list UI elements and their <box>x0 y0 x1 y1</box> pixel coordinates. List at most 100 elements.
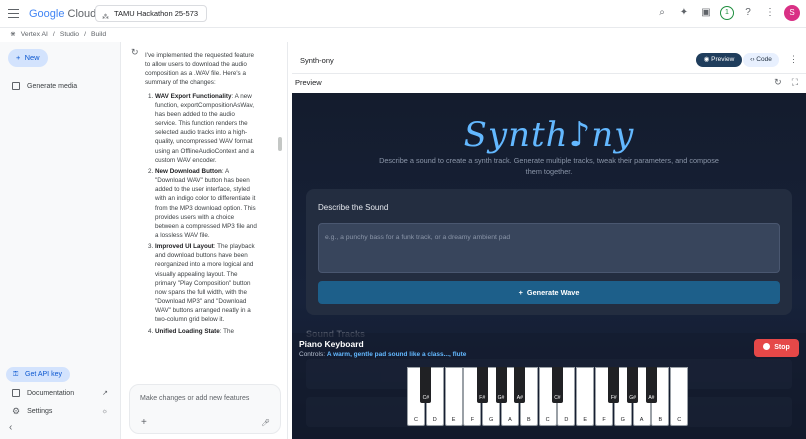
piano-key-label: C <box>414 417 418 423</box>
list-item-title: WAV Export Functionality <box>155 92 232 100</box>
list-item-text: : A "Download WAV" button has been added… <box>155 167 257 239</box>
piano-key-label: G# <box>629 395 636 401</box>
stop-icon <box>763 343 771 350</box>
microphone-icon[interactable]: 🎤︎ <box>261 419 270 427</box>
list-item: New Download Button: A "Download WAV" bu… <box>155 167 257 240</box>
piano-key-label: C <box>677 417 682 423</box>
collapse-sidebar-icon[interactable]: ‹ <box>9 422 12 433</box>
stop-button[interactable]: Stop <box>754 339 799 357</box>
logo-cloud: Cloud <box>67 8 97 20</box>
preview-button[interactable]: ◉ Preview <box>696 53 742 67</box>
add-icon[interactable]: + <box>141 417 147 428</box>
sidebar-item-generate-media[interactable]: Generate media <box>12 82 77 90</box>
piano-white-key[interactable]: E <box>576 367 595 426</box>
app-brand-logo: Synth♪ny <box>463 115 635 155</box>
piano-key-label: D <box>432 417 437 423</box>
google-cloud-logo[interactable]: Google Cloud <box>29 8 96 20</box>
assistant-message: I've implemented the requested feature t… <box>145 51 257 338</box>
piano-key-label: E <box>583 417 588 423</box>
breadcrumb-separator: / <box>52 30 55 38</box>
sidebar-item-documentation[interactable]: Documentation ↗ <box>12 389 108 397</box>
breadcrumb-build[interactable]: Build <box>91 31 106 38</box>
sidebar: + New Generate media ⚿ Get API key Docum… <box>0 42 120 439</box>
piano-black-key[interactable]: G# <box>495 367 507 403</box>
piano-black-key[interactable]: F# <box>608 367 620 403</box>
piano-key-label: A# <box>648 395 655 401</box>
api-key-label: Get API key <box>25 371 62 378</box>
theme-icon[interactable]: ☼ <box>102 408 108 415</box>
more-options-icon[interactable]: ⋮ <box>789 54 798 65</box>
list-item-title: Improved UI Layout <box>155 243 214 251</box>
list-item-text: : The <box>219 327 234 335</box>
piano-black-key[interactable]: C# <box>420 367 432 403</box>
preview-section-label: Preview <box>295 78 322 87</box>
piano-black-key[interactable]: C# <box>551 367 563 403</box>
piano-controls: Controls: A warm, gentle pad sound like … <box>299 351 466 358</box>
gemini-icon[interactable]: ✦ <box>676 5 692 21</box>
logo-google: Google <box>29 8 65 20</box>
sound-description-input[interactable]: e.g., a punchy bass for a funk track, or… <box>318 223 780 273</box>
piano-key-label: F# <box>610 395 617 401</box>
describe-sound-card: Describe the Sound e.g., a punchy bass f… <box>306 189 792 315</box>
chat-panel: ↻ I've implemented the requested feature… <box>120 42 288 439</box>
new-button[interactable]: + New <box>8 49 48 67</box>
piano-key-label: C <box>545 417 550 423</box>
top-bar: Google Cloud ⁂ TAMU Hackathon 25-573 ⌕ ✦… <box>0 0 806 28</box>
stop-label: Stop <box>774 344 790 351</box>
new-label: New <box>24 53 40 62</box>
external-link-icon: ↗ <box>102 390 108 397</box>
generate-wave-label: Generate Wave <box>526 288 580 297</box>
list-item-text: : A new function, exportCompositionAsWav… <box>155 92 255 164</box>
app-description: Describe a sound to create a synth track… <box>379 156 719 176</box>
chat-input-placeholder: Make changes or add new features <box>140 395 250 402</box>
piano-white-key[interactable]: C <box>670 367 689 426</box>
piano-key-label: A <box>639 417 644 423</box>
preview-label: Preview <box>711 56 735 63</box>
project-icon: ⁂ <box>102 14 109 21</box>
piano-black-key[interactable]: F# <box>476 367 488 403</box>
message-intro: I've implemented the requested feature t… <box>145 52 255 87</box>
describe-sound-title: Describe the Sound <box>318 203 389 212</box>
more-options-icon[interactable]: ⋮ <box>762 5 778 21</box>
breadcrumb: ⋇ Vertex AI / Studio / Build <box>10 28 106 40</box>
sidebar-item-settings[interactable]: ⚙ Settings ☼ <box>12 406 108 417</box>
piano-keyboard: C D E F G A B C D E F G A B C C# F# G# A# C# F# G# A# <box>407 367 690 426</box>
code-button[interactable]: ‹› Code <box>743 53 779 67</box>
list-item-title: New Download Button <box>155 167 222 175</box>
app-title: Synth-ony <box>300 56 334 65</box>
piano-black-key[interactable]: G# <box>627 367 639 403</box>
project-name: TAMU Hackathon 25-573 <box>114 9 199 18</box>
menu-icon[interactable] <box>8 9 19 18</box>
terminal-icon[interactable]: ▣ <box>698 5 714 21</box>
piano-key-label: F <box>470 417 475 423</box>
piano-black-key[interactable]: A# <box>514 367 526 403</box>
get-api-key-button[interactable]: ⚿ Get API key <box>6 367 70 382</box>
help-icon[interactable]: ? <box>740 5 756 21</box>
fullscreen-icon[interactable]: ⛶ <box>792 77 798 88</box>
vertex-icon: ⋇ <box>10 31 16 38</box>
piano-key-label: G# <box>497 395 505 401</box>
piano-key-label: A <box>508 417 512 423</box>
list-item: Improved UI Layout: The playback and dow… <box>155 242 257 324</box>
project-selector[interactable]: ⁂ TAMU Hackathon 25-573 <box>95 5 208 22</box>
sidebar-item-label: Documentation <box>27 389 75 397</box>
search-icon[interactable]: ⌕ <box>654 5 670 21</box>
reload-icon[interactable]: ↻ <box>774 77 782 88</box>
generate-wave-button[interactable]: + Generate Wave <box>318 281 780 304</box>
scrollbar[interactable] <box>278 137 282 151</box>
controls-label: Controls: <box>299 351 326 358</box>
avatar[interactable]: S <box>784 5 800 21</box>
piano-key-label: B <box>658 417 663 423</box>
piano-key-label: B <box>526 417 531 423</box>
notifications-badge[interactable]: 1 <box>720 6 734 20</box>
piano-black-key[interactable]: A# <box>645 367 657 403</box>
controls-track-name[interactable]: A warm, gentle pad sound like a class...… <box>327 351 467 358</box>
chat-input[interactable]: Make changes or add new features + 🎤︎ <box>129 384 281 434</box>
sound-description-placeholder: e.g., a punchy bass for a funk track, or… <box>325 234 511 241</box>
refresh-icon[interactable]: ↻ <box>131 47 139 58</box>
piano-key-label: E <box>451 417 456 423</box>
breadcrumb-vertex-ai[interactable]: Vertex AI <box>21 31 48 38</box>
breadcrumb-studio[interactable]: Studio <box>60 31 79 38</box>
list-item: Unified Loading State: The <box>155 327 257 336</box>
piano-white-key[interactable]: E <box>444 367 463 426</box>
